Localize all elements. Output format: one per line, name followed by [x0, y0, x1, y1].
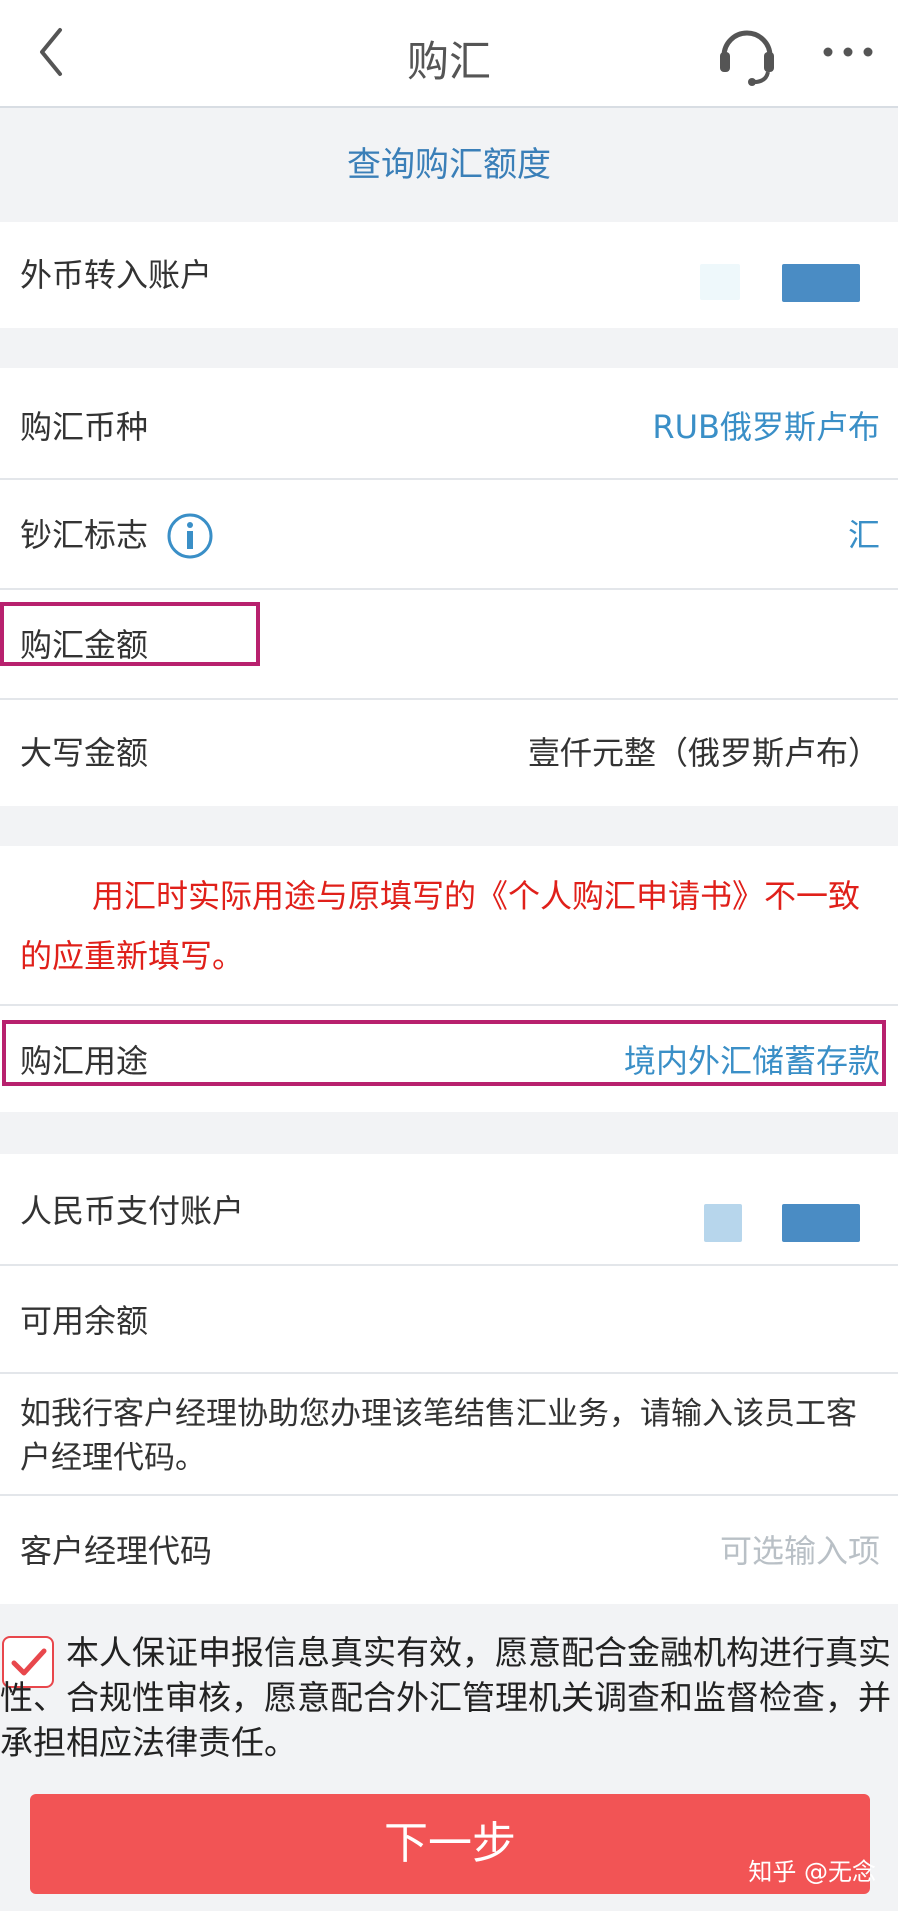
- cny-account-row[interactable]: 人民币支付账户: [0, 1154, 898, 1264]
- watermark: 知乎 @无念: [748, 1858, 876, 1886]
- customer-service-button[interactable]: [712, 18, 782, 88]
- amount-words-label: 大写金额: [20, 734, 149, 772]
- cash-flag-value: 汇: [847, 516, 880, 554]
- query-quota-link[interactable]: 查询购汇额度: [0, 110, 898, 220]
- masked-account-number-tail: [782, 264, 860, 302]
- agreement-block: 本人保证申报信息真实有效，愿意配合金融机构进行真实性、合规性审核，愿意配合外汇管…: [0, 1630, 898, 1762]
- manager-code-row[interactable]: 客户经理代码 可选输入项: [0, 1496, 898, 1604]
- available-balance-row: 可用余额: [0, 1266, 898, 1372]
- currency-label: 购汇币种: [20, 408, 149, 446]
- currency-row[interactable]: 购汇币种 RUB俄罗斯卢布: [0, 368, 898, 478]
- fx-account-row[interactable]: 外币转入账户: [0, 222, 898, 328]
- masked-account-number: [700, 264, 740, 300]
- cash-flag-row: 钞汇标志 汇: [0, 480, 898, 588]
- purpose-highlight-box: [2, 1020, 886, 1086]
- manager-code-input[interactable]: 可选输入项: [720, 1526, 880, 1572]
- agreement-text: 本人保证申报信息真实有效，愿意配合金融机构进行真实性、合规性审核，愿意配合外汇管…: [0, 1633, 891, 1762]
- more-dots-icon: [823, 47, 873, 57]
- headset-icon: [720, 30, 774, 86]
- masked-account-number: [704, 1204, 742, 1242]
- amount-words-value: 壹仟元整（俄罗斯卢布）: [527, 734, 880, 772]
- cash-flag-label: 钞汇标志: [20, 516, 149, 554]
- more-button[interactable]: [818, 30, 878, 74]
- amount-words-row: 大写金额 壹仟元整（俄罗斯卢布）: [0, 700, 898, 806]
- manager-code-label: 客户经理代码: [20, 1532, 213, 1570]
- amount-highlight-box: [0, 602, 260, 666]
- next-step-button[interactable]: 下一步: [30, 1794, 870, 1894]
- cny-account-label: 人民币支付账户: [20, 1192, 245, 1230]
- info-icon[interactable]: [166, 512, 214, 560]
- top-nav-bar: 购汇: [0, 0, 898, 108]
- fx-account-label: 外币转入账户: [20, 256, 213, 294]
- manager-help-text: 如我行客户经理协助您办理该笔结售汇业务，请输入该员工客户经理代码。: [20, 1396, 857, 1476]
- masked-account-number-tail: [782, 1204, 860, 1242]
- purpose-notice: 用汇时实际用途与原填写的《个人购汇申请书》不一致的应重新填写。: [20, 877, 861, 975]
- available-balance-label: 可用余额: [20, 1302, 149, 1340]
- currency-value: RUB俄罗斯卢布: [652, 408, 880, 446]
